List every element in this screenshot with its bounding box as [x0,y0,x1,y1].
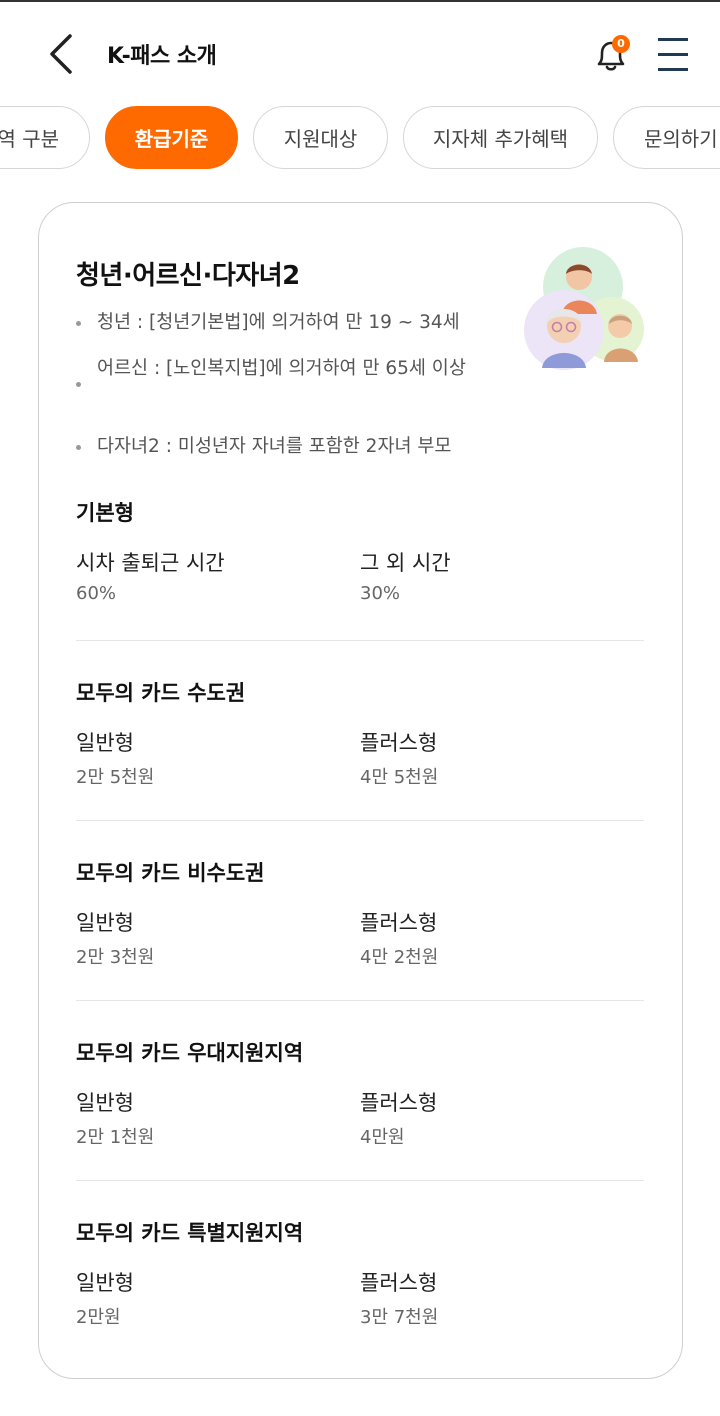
tab-refund-criteria[interactable]: 환급기준 [105,106,238,169]
page-title: K-패스 소개 [107,44,217,69]
plus-type-value: 4만원 [360,1127,405,1148]
section-non-capital-area: 모두의 카드 비수도권 일반형 2만 3천원 플러스형 4만 2천원 [76,857,644,1001]
plus-type-label: 플러스형 [360,1091,438,1115]
section-title: 모두의 카드 비수도권 [76,861,265,885]
general-type-label: 일반형 [76,911,134,935]
section-title: 모두의 카드 우대지원지역 [76,1041,304,1065]
tab-bar: 역 구분 환급기준 지원대상 지자체 추가혜택 문의하기 [0,106,720,170]
tab-inquiry[interactable]: 문의하기 [613,106,720,169]
divider [76,640,644,641]
general-type-value: 2만 3천원 [76,947,155,968]
list-item: 다자녀2 : 미성년자 자녀를 포함한 2자녀 부모 [76,432,451,462]
section-title: 모두의 카드 수도권 [76,681,246,705]
general-type-value: 2만 1천원 [76,1127,155,1148]
list-item: 어르신 : [노인복지법]에 의거하여 만 65세 이상 [76,354,468,387]
back-button[interactable] [40,32,80,76]
list-item: 청년 : [청년기본법]에 의거하여 만 19 ~ 34세 [76,308,460,338]
general-type-value: 2만원 [76,1307,121,1328]
general-type-value: 2만 5천원 [76,767,155,788]
menu-button[interactable] [656,36,692,74]
peak-time-label: 시차 출퇴근 시간 [76,551,225,575]
section-capital-area: 모두의 카드 수도권 일반형 2만 5천원 플러스형 4만 5천원 [76,677,644,821]
peak-time-value: 60% [76,583,117,604]
general-type-label: 일반형 [76,731,134,755]
tab-eligibility[interactable]: 지원대상 [253,106,388,169]
divider [76,1180,644,1181]
plus-type-value: 4만 5천원 [360,767,439,788]
notification-badge: 0 [612,35,630,53]
other-time-label: 그 외 시간 [360,551,451,575]
section-title: 기본형 [76,501,134,525]
plus-type-label: 플러스형 [360,911,438,935]
section-special-region: 모두의 카드 특별지원지역 일반형 2만원 플러스형 3만 7천원 [76,1217,644,1337]
plus-type-value: 3만 7천원 [360,1307,439,1328]
app-header: K-패스 소개 0 [0,2,720,102]
section-preferred-region: 모두의 카드 우대지원지역 일반형 2만 1천원 플러스형 4만원 [76,1037,644,1181]
plus-type-value: 4만 2천원 [360,947,439,968]
menu-icon [658,38,688,71]
divider [76,820,644,821]
tab-local-benefits[interactable]: 지자체 추가혜택 [403,106,598,169]
section-title: 모두의 카드 특별지원지역 [76,1221,304,1245]
general-type-label: 일반형 [76,1091,134,1115]
plus-type-label: 플러스형 [360,731,438,755]
divider [76,1000,644,1001]
back-chevron-icon [50,34,72,74]
tab-area-division[interactable]: 역 구분 [0,106,90,169]
card-title: 청년·어르신·다자녀2 [76,261,300,291]
section-basic: 기본형 시차 출퇴근 시간 60% 그 외 시간 30% [76,497,644,641]
other-time-value: 30% [360,583,401,604]
general-type-label: 일반형 [76,1271,134,1295]
plus-type-label: 플러스형 [360,1271,438,1295]
people-illustration-icon [524,247,644,370]
